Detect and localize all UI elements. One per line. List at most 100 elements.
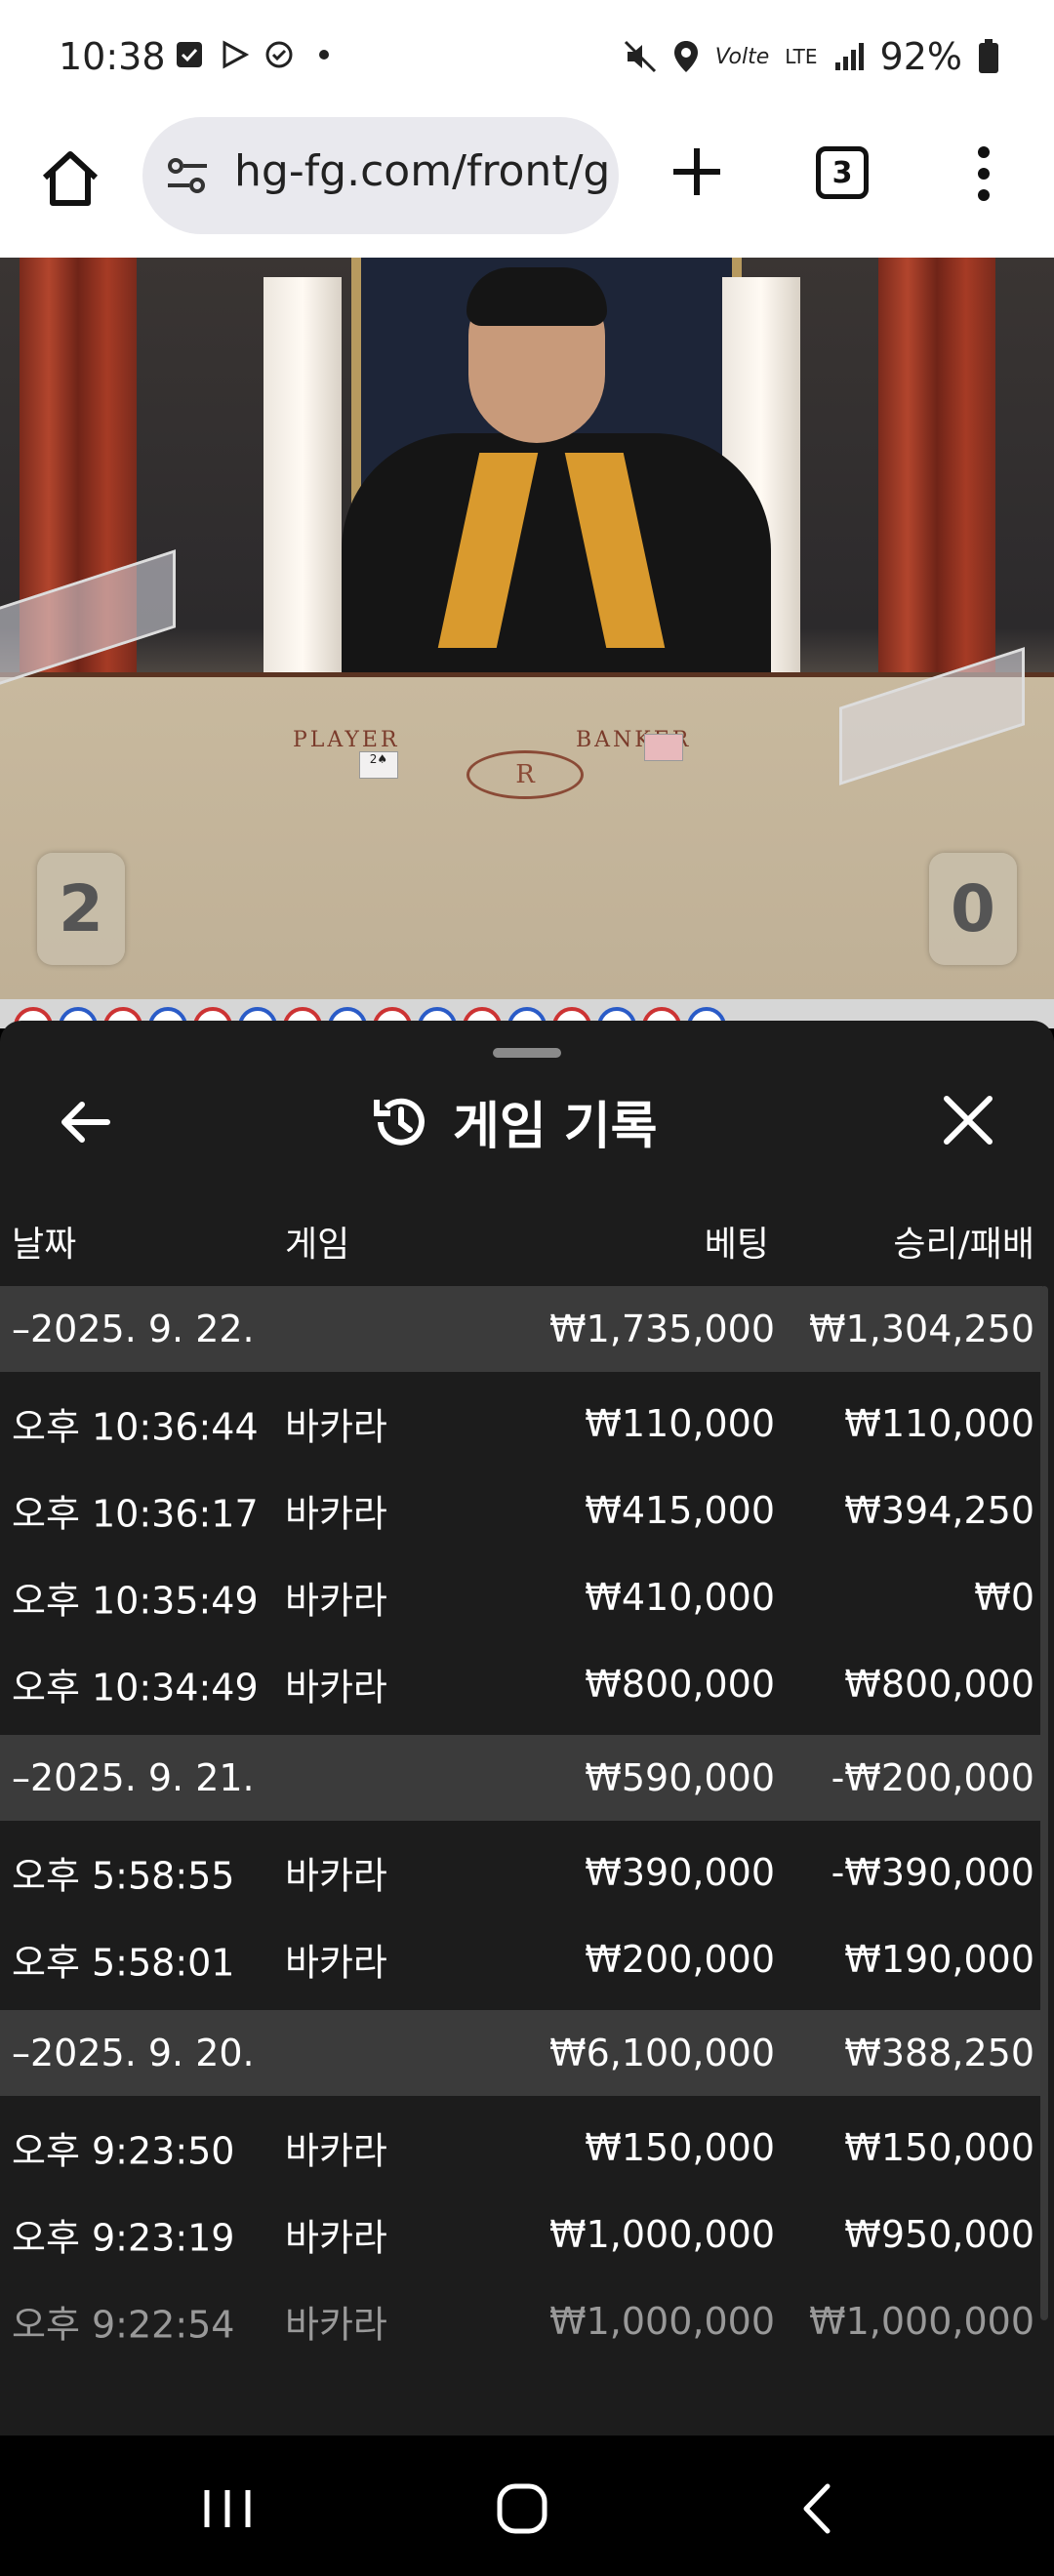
recent-apps-icon[interactable]: [193, 2475, 262, 2543]
row-time: 오후 9:23:19: [12, 2216, 235, 2259]
scrollbar[interactable]: [1040, 1286, 1048, 2320]
table-row[interactable]: 오후 5:58:55 바카라 ₩390,000 -₩390,000: [0, 1829, 1042, 1915]
checkbox-notification-icon: [177, 42, 202, 67]
row-result: ₩110,000: [844, 1401, 1034, 1445]
row-time: 오후 5:58:55: [12, 1854, 235, 1897]
battery-percent: 92%: [879, 35, 962, 78]
url-text: hg-fg.com/front/g: [234, 146, 611, 196]
url-bar[interactable]: hg-fg.com/front/g: [142, 117, 619, 234]
row-time: 오후 5:58:01: [12, 1941, 235, 1984]
tune-icon[interactable]: [166, 154, 209, 197]
date-group-row[interactable]: –2025. 9. 20. ₩6,100,000 ₩388,250: [0, 2010, 1042, 2096]
group-result: ₩1,304,250: [809, 1308, 1034, 1350]
navigation-bar: [0, 2435, 1054, 2576]
more-vert-icon[interactable]: [964, 142, 1003, 205]
notification-icons: [174, 39, 340, 70]
battery-icon: [979, 39, 998, 73]
row-time: 오후 10:35:49: [12, 1579, 259, 1622]
browser-toolbar: hg-fg.com/front/g 3: [0, 115, 1054, 258]
table-row[interactable]: 오후 10:34:49 바카라 ₩800,000 ₩800,000: [0, 1640, 1042, 1727]
row-result: ₩0: [974, 1575, 1034, 1619]
status-time: 10:38: [59, 35, 166, 78]
row-game: 바카라: [285, 2216, 387, 2259]
group-date: –2025. 9. 20.: [12, 2032, 255, 2074]
row-bet: ₩800,000: [585, 1662, 775, 1706]
row-time: 오후 10:36:17: [12, 1492, 259, 1535]
home-circle-icon[interactable]: [488, 2475, 556, 2543]
table-row[interactable]: 오후 9:22:54 바카라 ₩1,000,000 ₩1,000,000: [0, 2277, 1042, 2364]
row-game: 바카라: [285, 1579, 387, 1622]
player-score: 2: [37, 853, 125, 965]
row-result: ₩800,000: [844, 1662, 1034, 1706]
row-game: 바카라: [285, 1854, 387, 1897]
table-row[interactable]: 오후 10:35:49 바카라 ₩410,000 ₩0: [0, 1553, 1042, 1640]
live-video[interactable]: PLAYER BANKER R 2♠ 2 0: [0, 258, 1054, 999]
row-result: ₩394,250: [844, 1488, 1034, 1532]
group-bet: ₩590,000: [585, 1756, 775, 1799]
row-game: 바카라: [285, 2303, 387, 2346]
row-bet: ₩410,000: [585, 1575, 775, 1619]
sheet-title: 게임 기록: [371, 1085, 657, 1158]
table-logo: R: [466, 750, 584, 799]
table-row[interactable]: 오후 5:58:01 바카라 ₩200,000 ₩190,000: [0, 1915, 1042, 2002]
sync-icon: [265, 41, 293, 68]
table-row[interactable]: 오후 10:36:17 바카라 ₩415,000 ₩394,250: [0, 1467, 1042, 1553]
banker-card: [644, 734, 683, 761]
banker-score: 0: [929, 853, 1017, 965]
row-result: ₩1,000,000: [809, 2299, 1034, 2343]
row-time: 오후 9:23:50: [12, 2129, 235, 2172]
system-status: Volte LTE 92%: [624, 35, 999, 78]
mute-icon: [624, 40, 656, 73]
row-bet: ₩150,000: [585, 2125, 775, 2169]
curtain-right: [878, 258, 995, 677]
col-result: 승리/패배: [893, 1225, 1034, 1265]
play-store-icon: [223, 40, 250, 69]
row-result: -₩390,000: [831, 1850, 1034, 1894]
dealer-hair: [466, 267, 607, 326]
signal-icon: [834, 43, 864, 70]
table-row[interactable]: 오후 10:36:44 바카라 ₩110,000 ₩110,000: [0, 1380, 1042, 1467]
home-icon[interactable]: [35, 144, 105, 215]
tabs-icon[interactable]: 3: [816, 146, 869, 199]
date-group-row[interactable]: –2025. 9. 21. ₩590,000 -₩200,000: [0, 1735, 1042, 1821]
group-bet: ₩6,100,000: [549, 2032, 775, 2074]
table-header: 날짜 게임 베팅 승리/패배: [0, 1216, 1054, 1280]
dot-icon: [319, 50, 329, 60]
plus-icon[interactable]: [668, 142, 726, 201]
drag-handle[interactable]: [493, 1048, 561, 1058]
table-row[interactable]: 오후 9:23:50 바카라 ₩150,000 ₩150,000: [0, 2104, 1042, 2191]
row-bet: ₩200,000: [585, 1937, 775, 1981]
row-result: ₩150,000: [844, 2125, 1034, 2169]
row-result: ₩950,000: [844, 2212, 1034, 2256]
group-date: –2025. 9. 21.: [12, 1756, 255, 1799]
history-icon: [374, 1098, 425, 1146]
row-result: ₩190,000: [844, 1937, 1034, 1981]
player-label: PLAYER: [293, 728, 400, 752]
group-bet: ₩1,735,000: [549, 1308, 775, 1350]
row-game: 바카라: [285, 1941, 387, 1984]
row-game: 바카라: [285, 1405, 387, 1448]
back-arrow-icon[interactable]: [55, 1091, 117, 1153]
col-date: 날짜: [12, 1225, 77, 1265]
group-result: ₩388,250: [844, 2032, 1034, 2074]
close-icon[interactable]: [939, 1091, 997, 1149]
row-time: 오후 9:22:54: [12, 2303, 235, 2346]
player-card: 2♠: [359, 751, 398, 779]
title-text: 게임 기록: [453, 1098, 658, 1156]
status-bar: 10:38 Volte LTE 92%: [0, 0, 1054, 115]
row-time: 오후 10:36:44: [12, 1405, 259, 1448]
row-time: 오후 10:34:49: [12, 1666, 259, 1709]
row-bet: ₩1,000,000: [549, 2299, 775, 2343]
back-chevron-icon[interactable]: [785, 2475, 853, 2543]
row-bet: ₩390,000: [585, 1850, 775, 1894]
date-group-row[interactable]: –2025. 9. 22. ₩1,735,000 ₩1,304,250: [0, 1286, 1042, 1372]
table-row[interactable]: 오후 9:23:19 바카라 ₩1,000,000 ₩950,000: [0, 2191, 1042, 2277]
lte-icon: LTE: [785, 45, 818, 68]
row-game: 바카라: [285, 1492, 387, 1535]
group-result: -₩200,000: [831, 1756, 1034, 1799]
volte-icon: Volte: [714, 44, 770, 69]
row-bet: ₩1,000,000: [549, 2212, 775, 2256]
location-icon: [673, 41, 698, 72]
pillar-left: [264, 277, 342, 697]
row-bet: ₩110,000: [585, 1401, 775, 1445]
